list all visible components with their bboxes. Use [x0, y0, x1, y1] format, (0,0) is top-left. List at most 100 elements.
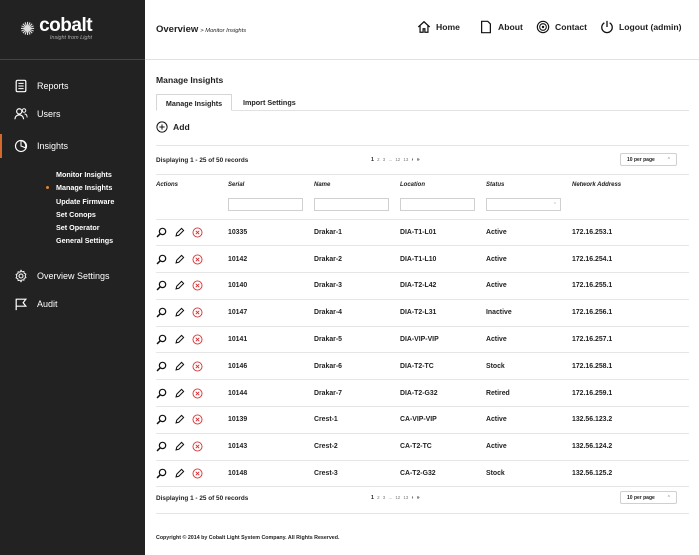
sidebar-item-audit[interactable]: Audit — [0, 292, 145, 316]
logout-link[interactable]: Logout (admin) — [600, 20, 682, 34]
view-icon[interactable] — [156, 254, 167, 265]
table-row: 10144 Drakar-7 DIA-T2-G32 Retired 172.16.259… — [156, 379, 689, 408]
view-icon[interactable] — [156, 414, 167, 425]
submenu-general-settings[interactable]: General Settings — [0, 234, 145, 247]
home-link[interactable]: Home — [417, 20, 460, 34]
flag-icon — [14, 297, 28, 311]
sidebar-item-insights[interactable]: Insights — [0, 134, 145, 158]
tab-manage-insights[interactable]: Manage Insights — [156, 94, 232, 111]
delete-icon[interactable] — [192, 280, 203, 291]
col-header-network[interactable]: Network Address — [572, 178, 689, 191]
delete-icon[interactable] — [192, 254, 203, 265]
contact-link[interactable]: Contact — [536, 20, 587, 34]
cell-status: Active — [486, 219, 572, 247]
view-icon[interactable] — [156, 307, 167, 318]
status-filter-select[interactable]: ⌃ — [486, 198, 561, 212]
submenu-update-firmware[interactable]: Update Firmware — [0, 195, 145, 208]
cell-name: Crest-1 — [314, 406, 400, 434]
page-current[interactable]: 1 — [371, 157, 374, 163]
logo[interactable]: ✺ cobalt Insight from Light — [0, 0, 145, 60]
delete-icon[interactable] — [192, 388, 203, 399]
view-icon[interactable] — [156, 388, 167, 399]
delete-icon[interactable] — [192, 414, 203, 425]
delete-icon[interactable] — [192, 361, 203, 372]
sidebar-item-users[interactable]: Users — [0, 102, 145, 126]
col-header-location[interactable]: Location — [400, 178, 486, 191]
cell-network-address: 172.16.259.1 — [572, 379, 689, 408]
cell-status: Retired — [486, 379, 572, 408]
cell-location: DIA-T2-L42 — [400, 272, 486, 300]
cell-name: Drakar-4 — [314, 299, 400, 327]
cell-serial: 10140 — [228, 272, 314, 300]
users-icon — [14, 107, 28, 121]
edit-icon[interactable] — [174, 441, 185, 452]
name-filter-input[interactable] — [314, 198, 389, 212]
delete-icon[interactable] — [192, 468, 203, 479]
col-header-serial[interactable]: Serial — [228, 178, 314, 191]
col-header-actions[interactable]: Actions — [156, 178, 228, 191]
delete-icon[interactable] — [192, 227, 203, 238]
edit-icon[interactable] — [174, 254, 185, 265]
tab-bar: Manage Insights Import Settings — [156, 94, 689, 111]
row-actions — [156, 245, 228, 274]
delete-icon[interactable] — [192, 441, 203, 452]
chevron-updown-icon: ⌃ — [666, 495, 671, 501]
page-links[interactable]: 2 3 ... 12 13 — [377, 495, 408, 500]
page-title: Overview — [156, 24, 199, 35]
sidebar-item-label: Overview Settings — [37, 270, 110, 281]
cell-location: DIA-T1-L01 — [400, 219, 486, 247]
col-header-name[interactable]: Name — [314, 178, 400, 191]
edit-icon[interactable] — [174, 414, 185, 425]
page-links[interactable]: 2 3 ... 12 13 — [377, 157, 408, 162]
delete-icon[interactable] — [192, 307, 203, 318]
edit-icon[interactable] — [174, 334, 185, 345]
add-button[interactable]: Add — [156, 121, 190, 133]
settings-icon — [14, 269, 28, 283]
page-next[interactable]: › » — [412, 157, 420, 163]
sidebar-item-reports[interactable]: Reports — [0, 74, 145, 98]
delete-icon[interactable] — [192, 334, 203, 345]
cell-status: Active — [486, 245, 572, 274]
page-next[interactable]: › » — [412, 495, 420, 501]
page-current[interactable]: 1 — [371, 495, 374, 501]
view-icon[interactable] — [156, 468, 167, 479]
table-row: 10141 Drakar-5 DIA-VIP-VIP Active 172.16.257… — [156, 326, 689, 354]
edit-icon[interactable] — [174, 307, 185, 318]
edit-icon[interactable] — [174, 468, 185, 479]
serial-filter-input[interactable] — [228, 198, 303, 212]
view-icon[interactable] — [156, 334, 167, 345]
breadcrumb-subpage[interactable]: > Monitor Insights — [200, 28, 246, 34]
view-icon[interactable] — [156, 441, 167, 452]
per-page-select-bottom[interactable]: 10 per page ⌃ — [620, 491, 677, 504]
cell-status: Active — [486, 272, 572, 300]
table-row: 10143 Crest-2 CA-T2-TC Active 132.56.124.2 — [156, 433, 689, 461]
view-icon[interactable] — [156, 280, 167, 291]
submenu-manage-insights[interactable]: Manage Insights — [0, 181, 145, 194]
row-actions — [156, 326, 228, 354]
cell-serial: 10146 — [228, 352, 314, 381]
cell-network-address: 172.16.254.1 — [572, 245, 689, 274]
cobalt-logo-icon: ✺ — [20, 19, 36, 39]
home-label: Home — [436, 22, 460, 32]
sidebar-item-overview-settings[interactable]: Overview Settings — [0, 264, 145, 288]
pagination: 1 2 3 ... 12 13 › » — [371, 157, 420, 163]
cell-network-address: 132.56.123.2 — [572, 406, 689, 434]
col-header-status[interactable]: Status — [486, 178, 572, 191]
edit-icon[interactable] — [174, 361, 185, 372]
edit-icon[interactable] — [174, 227, 185, 238]
divider — [156, 513, 689, 514]
edit-icon[interactable] — [174, 388, 185, 399]
cell-status: Inactive — [486, 299, 572, 327]
per-page-select[interactable]: 10 per page ⌃ — [620, 153, 677, 166]
location-filter-input[interactable] — [400, 198, 475, 212]
submenu-set-conops[interactable]: Set Conops — [0, 208, 145, 221]
view-icon[interactable] — [156, 361, 167, 372]
edit-icon[interactable] — [174, 280, 185, 291]
tab-import-settings[interactable]: Import Settings — [243, 94, 296, 111]
cell-location: CA-T2-TC — [400, 433, 486, 461]
submenu-set-operator[interactable]: Set Operator — [0, 221, 145, 234]
view-icon[interactable] — [156, 227, 167, 238]
cell-serial: 10335 — [228, 219, 314, 247]
about-link[interactable]: About — [479, 20, 523, 34]
submenu-monitor-insights[interactable]: Monitor Insights — [0, 168, 145, 181]
